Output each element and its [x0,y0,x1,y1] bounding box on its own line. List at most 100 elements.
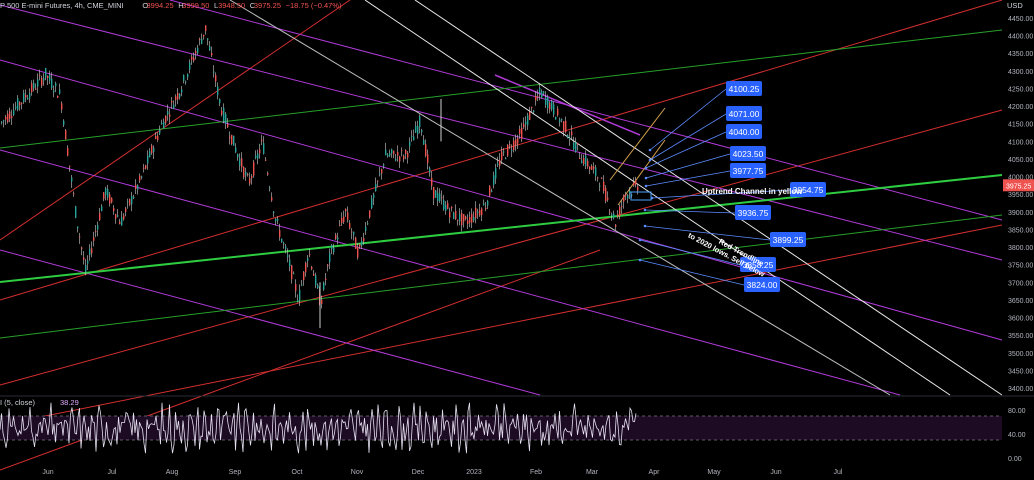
red-trendline[interactable] [0,0,351,241]
candle-body [329,252,331,263]
candle-body [611,214,613,216]
candle-body [217,86,219,96]
candle-body [267,173,269,175]
candle-body [479,210,481,216]
candle-body [497,163,499,166]
candle-body [219,99,221,104]
candle-body [259,149,261,154]
candle-body [227,123,229,128]
header-text: −18.75 (−0.47%) [286,1,342,10]
price-target-tag-label: 3824.00 [747,280,778,290]
price-tick-label: 3750.00 [1008,263,1033,270]
candle-body [163,121,165,129]
candle-body [261,139,263,141]
candle-body [435,190,437,198]
white-channel-line[interactable] [414,0,1003,396]
purple-trendline[interactable] [169,0,1003,221]
candle-body [579,158,581,160]
purple-trendline[interactable] [0,59,1003,341]
time-tick-label: Jun [42,469,53,476]
price-target-tag-label: 3899.25 [773,235,804,245]
candle-body [399,156,401,162]
candle-body [415,125,417,133]
candle-body [433,186,435,199]
purple-trendline[interactable] [494,74,641,136]
candle-body [45,67,47,78]
rsi-pane[interactable]: I (5, close) 38.29 80.00 40.00 0.00 [0,395,1034,463]
tag-anchor-dot [648,158,652,162]
candle-body [467,220,469,224]
candle-body [237,154,239,158]
header-text: 3994.25 [147,1,174,10]
candle-body [507,144,509,156]
candle-body [443,200,445,210]
candle-body [205,25,207,32]
candle-body [295,283,297,292]
candle-body [525,121,527,125]
price-target-tag-label: 3977.75 [733,166,764,176]
candle-body [563,121,565,131]
candle-body [617,214,619,217]
candle-body [187,74,189,78]
candle-body [515,139,517,145]
candle-body [165,115,167,124]
candle-body [455,210,457,219]
candle-body [171,101,173,103]
candle-body [153,147,155,153]
candle-body [359,243,361,247]
candle-body [181,89,183,93]
candle-body [577,143,579,145]
tag-leader-line [644,225,771,241]
candle-body [495,168,497,179]
candle-body [89,248,91,255]
candle-body [229,136,231,139]
green-trendline[interactable] [0,214,1003,339]
candle-body [501,151,503,161]
candle-body [191,56,193,60]
candle-body [273,211,275,213]
candle-body [199,39,201,41]
candle-body [585,155,587,166]
candle-body [251,176,253,179]
time-tick-label: May [707,469,721,476]
candle-body [175,96,177,100]
candle-body [361,240,363,246]
candle-body [449,211,451,218]
candle-body [511,149,513,151]
candle-body [117,215,119,217]
price-tick-label: 4200.00 [1008,104,1033,111]
candle-body [115,214,117,219]
candle-body [231,134,233,145]
candle-body [209,46,211,51]
candle-body [29,93,31,99]
candle-body [635,180,637,185]
candle-body [503,151,505,153]
candle-body [387,154,389,157]
candle-body [179,94,181,98]
candle-body [81,247,83,249]
time-axis[interactable]: Jun Jul Aug Sep Oct Nov Dec 2023 Feb Mar Apr May Jun… [42,469,843,476]
candle-body [439,193,441,202]
purple-trendline[interactable] [0,249,541,396]
tag-anchor-dot [643,224,647,228]
price-chart[interactable]: 4100.254071.004040.004023.503977.753954.… [0,0,1034,480]
candle-body [279,230,281,237]
header-text: P 500 E-mini Futures, 4h, CME_MINI [0,1,124,10]
rsi-value: 38.29 [60,398,79,407]
green-trendline[interactable] [0,29,1003,149]
candle-body [621,206,623,208]
purple-trendline[interactable] [0,4,1003,261]
candle-body [167,111,169,115]
candle-body [609,211,611,213]
candle-body [63,120,65,125]
candle-body [619,206,621,217]
candle-body [465,216,467,219]
candle-body [137,185,139,190]
candle-body [567,135,569,138]
candle-body [299,290,301,301]
selection-box[interactable] [630,191,652,201]
candle-body [1,121,3,123]
candle-body [99,212,101,220]
candle-body [23,93,25,103]
candle-body [385,149,387,156]
